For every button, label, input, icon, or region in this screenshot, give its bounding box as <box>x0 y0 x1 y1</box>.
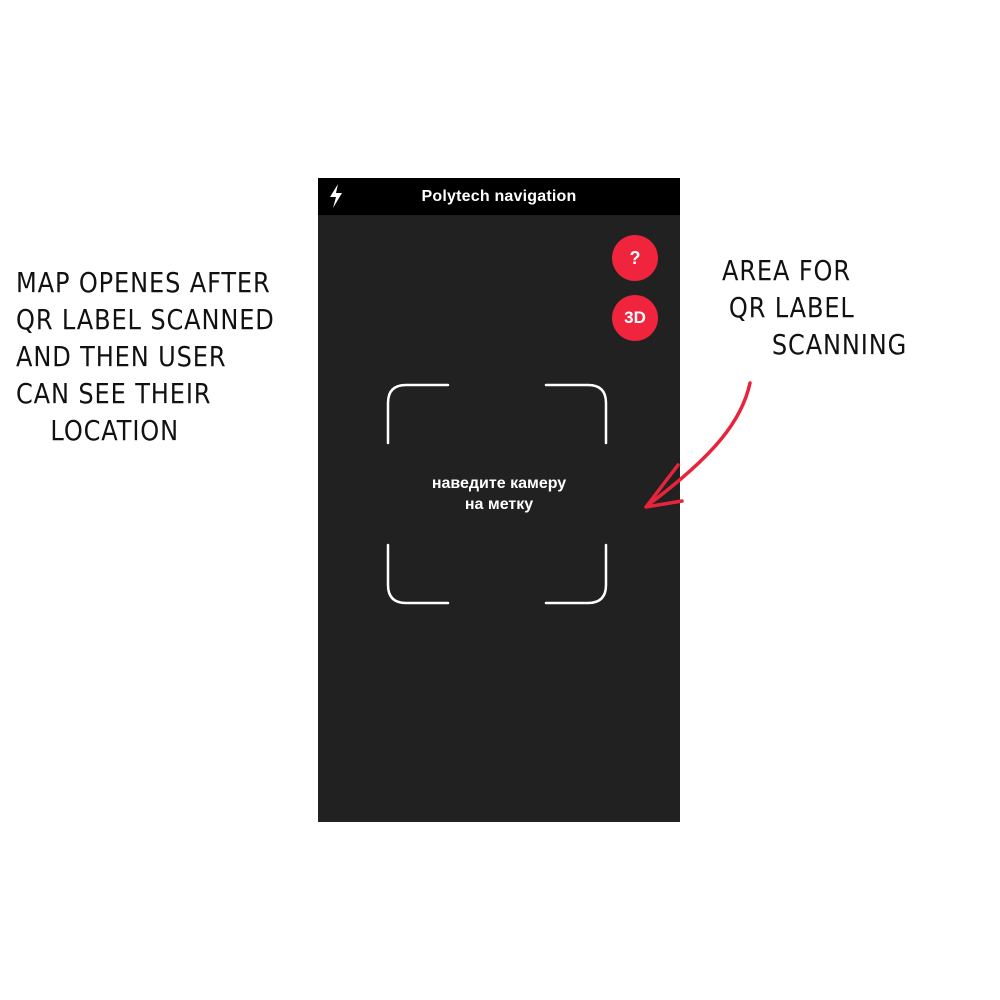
annotation-line: AREA FOR <box>722 254 851 287</box>
annotation-line: CAN SEE THEIR <box>16 377 212 410</box>
annotation-line: QR LABEL <box>728 291 855 324</box>
phone-screen: Polytech navigation ? 3D наведите камеру… <box>318 178 680 822</box>
top-bar: Polytech navigation <box>318 178 680 215</box>
canvas: Polytech navigation ? 3D наведите камеру… <box>0 0 1000 1000</box>
annotation-line: QR LABEL SCANNED <box>16 303 275 336</box>
annotation-right: AREA FOR QR LABEL SCANNING <box>722 252 907 363</box>
annotation-line: AND THEN USER <box>16 340 227 373</box>
annotation-line: SCANNING <box>771 328 908 361</box>
annotation-line: MAP OPENES AFTER <box>16 266 271 299</box>
app-title: Polytech navigation <box>421 188 577 205</box>
3d-view-button[interactable]: 3D <box>612 295 658 341</box>
annotation-left: MAP OPENES AFTER QR LABEL SCANNED AND TH… <box>16 264 275 449</box>
annotation-arrow <box>644 381 752 509</box>
scan-hint-text: наведите камеру на метку <box>431 475 567 513</box>
help-button[interactable]: ? <box>612 235 658 281</box>
annotation-line: LOCATION <box>50 414 179 447</box>
